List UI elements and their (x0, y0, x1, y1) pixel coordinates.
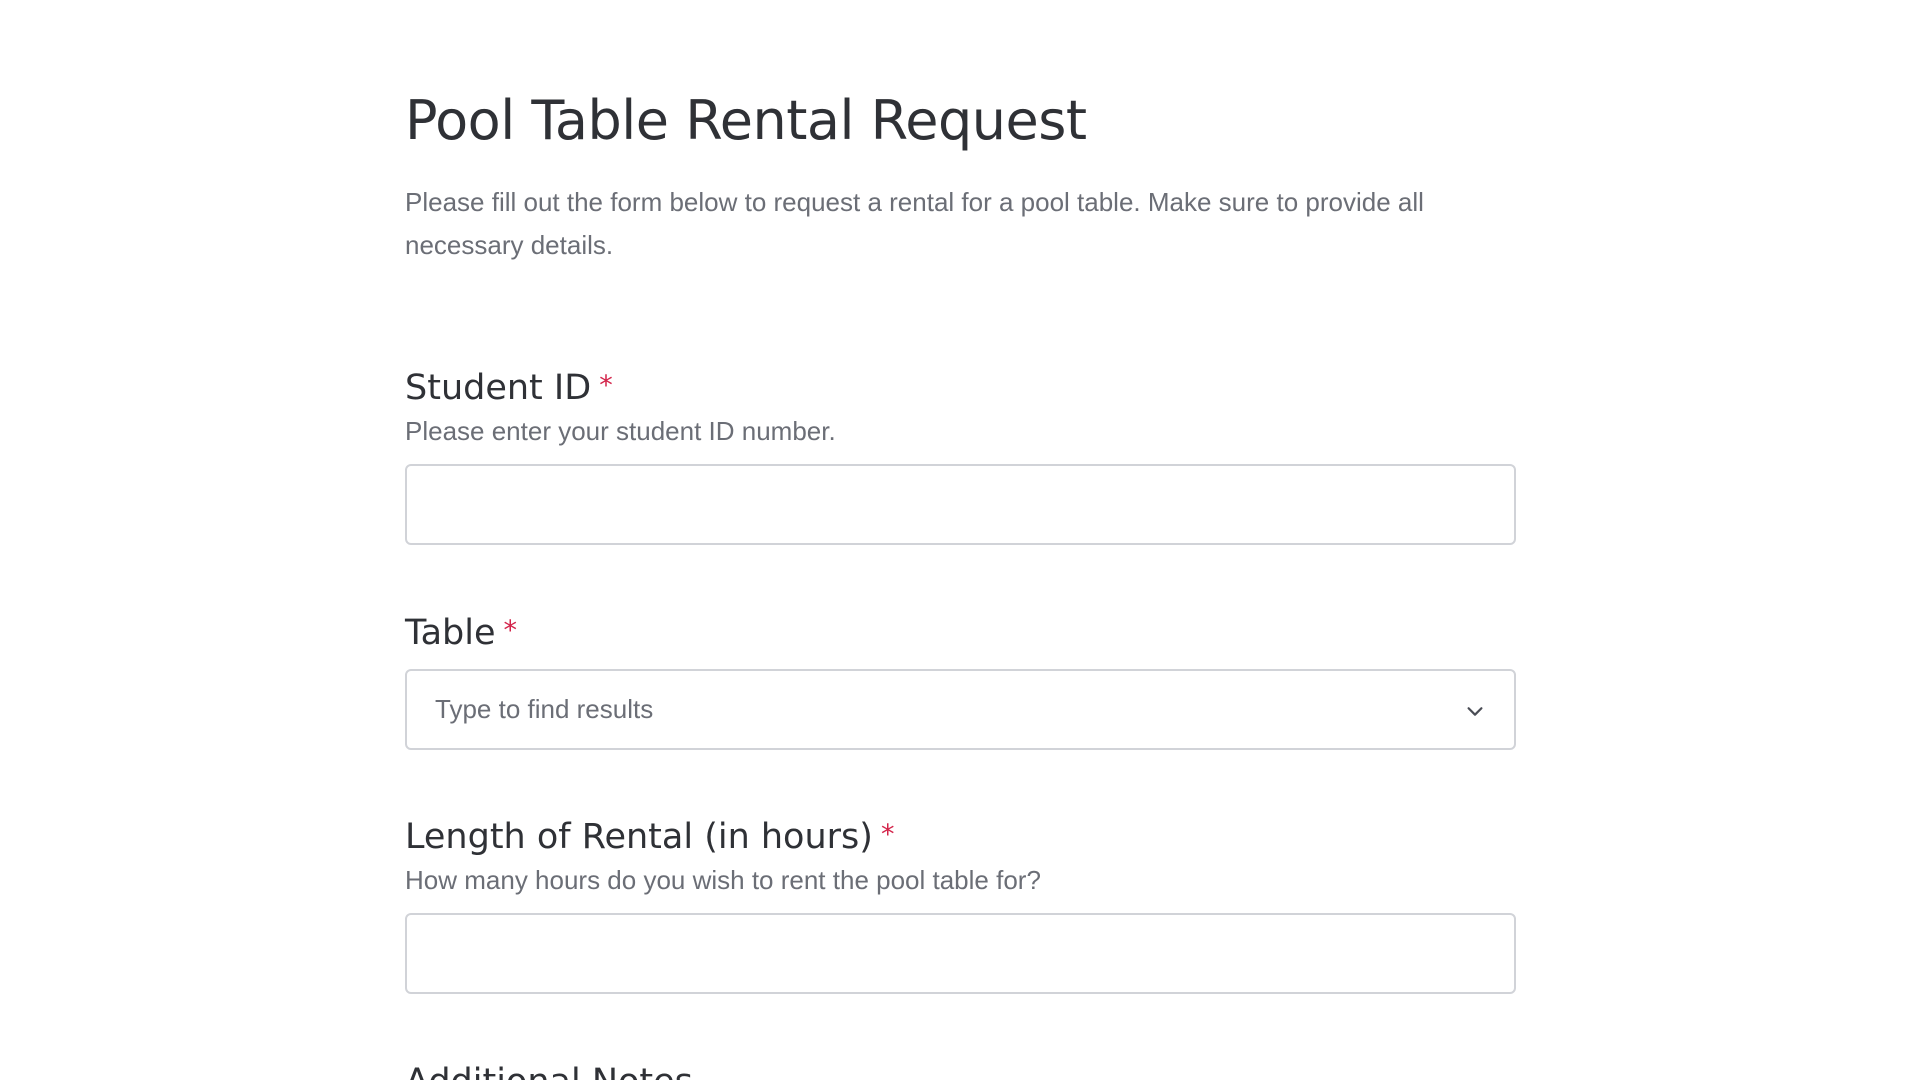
required-asterisk: * (880, 819, 895, 850)
student-id-label-text: Student ID (405, 368, 592, 408)
form-description: Please fill out the form below to reques… (405, 187, 1424, 260)
additional-notes-label: Additional Notes (405, 1060, 1516, 1080)
chevron-down-icon[interactable] (1464, 700, 1486, 722)
rental-length-help-text: How many hours do you wish to rent the p… (405, 865, 1041, 895)
student-id-input[interactable] (405, 464, 1516, 545)
table-select[interactable]: Type to find results (405, 669, 1516, 750)
rental-length-label-text: Length of Rental (in hours) (405, 817, 873, 857)
rental-length-label: Length of Rental (in hours) * (405, 815, 1516, 859)
student-id-field-group: Student ID * Please enter your student ID… (405, 366, 1516, 545)
required-asterisk: * (599, 370, 613, 401)
student-id-label: Student ID * (405, 366, 1516, 410)
rental-length-field-group: Length of Rental (in hours) * How many ho… (405, 815, 1516, 994)
table-field-group: Table * Type to find results (405, 611, 1516, 750)
additional-notes-field-group: Additional Notes (405, 1060, 1516, 1080)
table-select-placeholder: Type to find results (435, 694, 654, 724)
table-label-text: Table (405, 613, 496, 653)
rental-length-input[interactable] (405, 913, 1516, 994)
form-title: Pool Table Rental Request (405, 89, 1087, 152)
required-asterisk: * (503, 615, 518, 646)
student-id-help-text: Please enter your student ID number. (405, 416, 836, 446)
table-label: Table * (405, 611, 1516, 655)
